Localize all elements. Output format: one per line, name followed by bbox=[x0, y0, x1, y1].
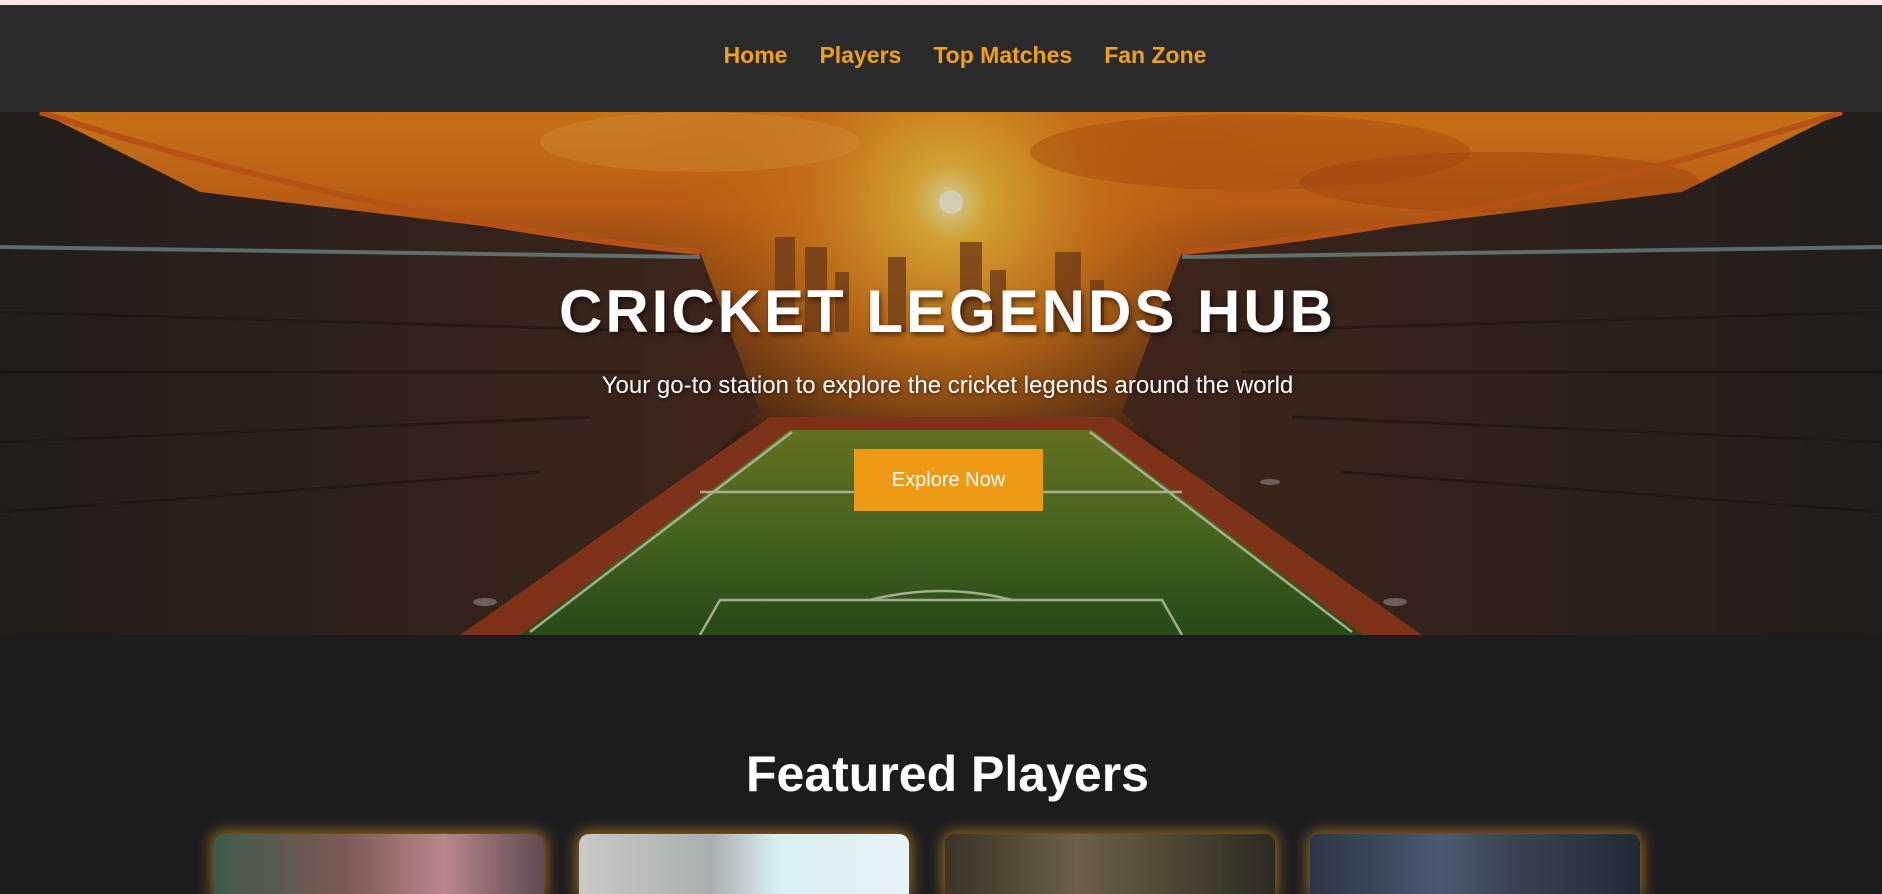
explore-now-button[interactable]: Explore Now bbox=[854, 449, 1043, 511]
hero-content: CRICKET LEGENDS HUB Your go-to station t… bbox=[0, 112, 1882, 635]
nav-link-home[interactable]: Home bbox=[724, 42, 788, 69]
player-card[interactable] bbox=[1310, 834, 1640, 894]
hero-subtitle: Your go-to station to explore the cricke… bbox=[601, 372, 1294, 399]
player-photo bbox=[1310, 834, 1640, 894]
nav-link-fan-zone[interactable]: Fan Zone bbox=[1104, 42, 1206, 69]
player-photo bbox=[579, 834, 909, 894]
player-card[interactable] bbox=[214, 834, 544, 894]
player-card[interactable] bbox=[579, 834, 909, 894]
player-photo bbox=[945, 834, 1275, 894]
player-card[interactable] bbox=[945, 834, 1275, 894]
nav-link-top-matches[interactable]: Top Matches bbox=[933, 42, 1072, 69]
nav-links: Home Players Top Matches Fan Zone bbox=[0, 5, 1882, 105]
featured-players-heading: Featured Players bbox=[746, 746, 1149, 802]
hero-section: CRICKET LEGENDS HUB Your go-to station t… bbox=[0, 112, 1882, 635]
navbar: Home Players Top Matches Fan Zone bbox=[0, 5, 1882, 112]
hero-title: CRICKET LEGENDS HUB bbox=[558, 278, 1337, 345]
player-photo bbox=[214, 834, 544, 894]
nav-link-players[interactable]: Players bbox=[819, 42, 901, 69]
